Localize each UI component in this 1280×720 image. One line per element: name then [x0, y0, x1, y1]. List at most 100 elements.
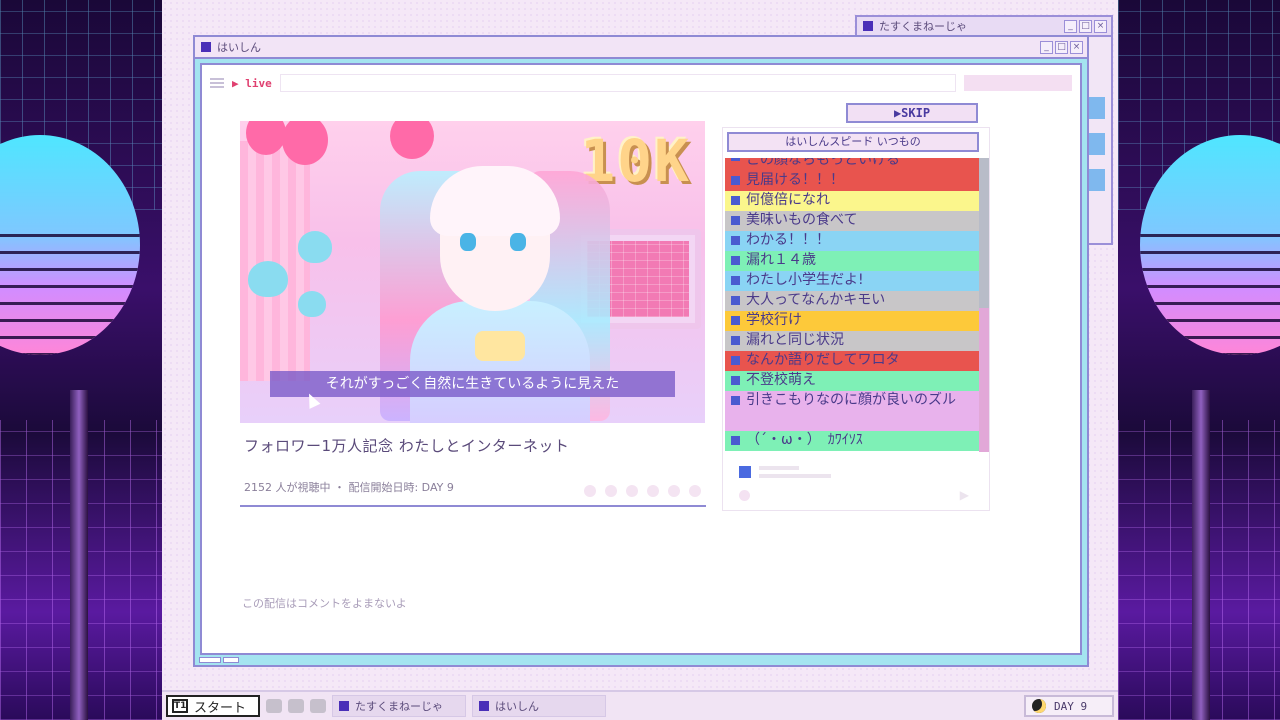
chat-bullet-icon — [731, 256, 740, 265]
stream-title: フォロワー1万人記念 わたしとインターネット — [244, 437, 570, 455]
stream-video[interactable]: 10K それがすっごく自然に生きているように見えた — [240, 121, 705, 423]
chat-bullet-icon — [731, 196, 740, 205]
right-wallpaper — [1118, 0, 1280, 720]
chat-bullet-icon — [731, 276, 740, 285]
chat-bullet-icon — [731, 376, 740, 385]
video-subtitle: それがすっごく自然に生きているように見えた — [270, 371, 675, 397]
stream-meta: 2152 人が視聴中 ・ 配信開始日時: DAY 9 — [244, 481, 454, 494]
maximize-button[interactable]: □ — [1055, 40, 1068, 54]
menu-icon[interactable] — [210, 78, 224, 88]
address-bar[interactable] — [279, 74, 956, 92]
window-icon — [479, 701, 489, 711]
close-button[interactable]: × — [1094, 19, 1107, 33]
live-label: ▶ live — [232, 76, 272, 90]
day-label: DAY 9 — [1054, 699, 1088, 713]
character-eye — [460, 233, 476, 251]
window-titlebar[interactable]: たすくまねーじゃ _ □ × — [857, 17, 1111, 37]
close-button[interactable]: × — [1070, 40, 1083, 54]
bird-icon[interactable] — [266, 699, 282, 713]
chat-list[interactable]: この顔ならもっといける 見届ける！！！ 何億倍になれ 美味いもの食べて わかる！！！ 漏れ… — [725, 158, 979, 452]
curtain-decoration — [240, 141, 310, 381]
character-body — [410, 301, 590, 423]
system-tray[interactable]: DAY 9 — [1024, 695, 1114, 717]
stream-window[interactable]: はいしん _ □ × ▶ live ▶SKIP 10K それがすっごく自然に生き… — [193, 35, 1089, 667]
chat-message-text: 見届ける！！！ — [746, 172, 844, 188]
chat-icon[interactable] — [288, 699, 304, 713]
task-stream[interactable]: はいしん — [472, 695, 606, 717]
utility-pole — [70, 390, 88, 720]
chat-bullet-icon — [731, 356, 740, 365]
start-logo-icon: T1 — [172, 699, 188, 713]
window-titlebar[interactable]: はいしん _ □ × — [195, 37, 1087, 59]
balloon-icon — [282, 121, 328, 165]
chat-message-text: 不登校萌え — [746, 372, 816, 388]
chat-bullet-icon — [731, 436, 740, 445]
chat-bullet-icon — [731, 316, 740, 325]
start-label: スタート — [194, 700, 247, 716]
window-content-peek — [1089, 97, 1105, 205]
chat-message: 漏れと同じ状況 — [725, 331, 979, 351]
chat-message: 漏れ１４歳 — [725, 251, 979, 271]
chat-message: 美味いもの食べて — [725, 211, 979, 231]
skip-button[interactable]: ▶SKIP — [846, 103, 978, 123]
taskbar: T1 スタート たすくまねーじゃ はいしん DAY 9 — [162, 690, 1118, 720]
chat-message: 大人ってなんかキモい — [725, 291, 979, 311]
chat-message-text: 何億倍になれ — [746, 192, 830, 208]
character-bow — [475, 331, 525, 361]
chat-message-text: 美味いもの食べて — [746, 212, 858, 228]
chat-bullet-icon — [731, 396, 740, 405]
chat-message-text: 漏れ１４歳 — [746, 252, 816, 268]
computer-icon[interactable] — [310, 699, 326, 713]
chat-message-text: なんか語りだしてワロタ — [746, 352, 900, 368]
window-icon — [339, 701, 349, 711]
left-wallpaper — [0, 0, 162, 720]
chat-message-text: 引きこもりなのに顔が良いのズル — [746, 392, 956, 408]
no-comment-note: この配信はコメントをよまないよ — [242, 597, 407, 610]
chat-message-text: わたし小学生だよ! — [746, 272, 864, 288]
chat-bullet-icon — [731, 216, 740, 225]
chat-bullet-icon — [731, 176, 740, 185]
chat-bullet-icon — [731, 336, 740, 345]
balloon-icon — [390, 121, 434, 159]
window-title: はいしん — [217, 41, 261, 54]
stream-toolbar: ▶ live — [210, 73, 1072, 93]
moon-icon — [1032, 699, 1046, 713]
window-title: たすくまねーじゃ — [879, 20, 967, 33]
chat-message: わかる！！！ — [725, 231, 979, 251]
reaction-dots — [584, 485, 701, 497]
chat-message-text: （´・ω・） ｶﾜｲｿｽ — [746, 432, 863, 448]
task-label: たすくまねーじゃ — [355, 700, 443, 713]
chat-message: 不登校萌え — [725, 371, 979, 391]
chat-message: 見届ける！！！ — [725, 171, 979, 191]
task-taskmanager[interactable]: たすくまねーじゃ — [332, 695, 466, 717]
chat-scrollbar[interactable] — [979, 158, 989, 452]
window-icon — [201, 42, 211, 52]
stream-page: ▶ live ▶SKIP 10K それがすっごく自然に生きているように見えた フ… — [200, 63, 1082, 655]
scrollbar-thumb[interactable] — [979, 158, 989, 308]
heart-balloon-icon — [248, 261, 288, 297]
user-icon — [739, 466, 751, 478]
maximize-button[interactable]: □ — [1079, 19, 1092, 33]
chat-message-text: 大人ってなんかキモい — [746, 292, 886, 308]
chat-message: わたし小学生だよ! — [725, 271, 979, 291]
chat-message: （´・ω・） ｶﾜｲｿｽ — [725, 431, 979, 451]
chat-bullet-icon — [731, 296, 740, 305]
send-icon[interactable]: ▶ — [960, 488, 969, 502]
minimize-button[interactable]: _ — [1040, 40, 1053, 54]
chat-message: この顔ならもっといける — [725, 158, 979, 171]
chat-title[interactable]: はいしんスピード いつもの — [727, 132, 979, 152]
task-label: はいしん — [495, 700, 539, 713]
chat-panel: はいしんスピード いつもの この顔ならもっといける 見届ける！！！ 何億倍になれ美味… — [722, 127, 990, 511]
chat-message: 何億倍になれ — [725, 191, 979, 211]
chat-message-text: 学校行け — [746, 312, 802, 328]
heart-balloon-icon — [298, 291, 326, 317]
window-statusbar — [199, 657, 243, 665]
chat-bullet-icon — [731, 158, 740, 161]
emoji-icon[interactable] — [739, 490, 750, 501]
chat-bullet-icon — [731, 236, 740, 245]
chat-message: なんか語りだしてワロタ — [725, 351, 979, 371]
chat-input-area: ▶ — [731, 460, 981, 504]
chat-message: 学校行け — [725, 311, 979, 331]
minimize-button[interactable]: _ — [1064, 19, 1077, 33]
start-button[interactable]: T1 スタート — [166, 695, 260, 717]
